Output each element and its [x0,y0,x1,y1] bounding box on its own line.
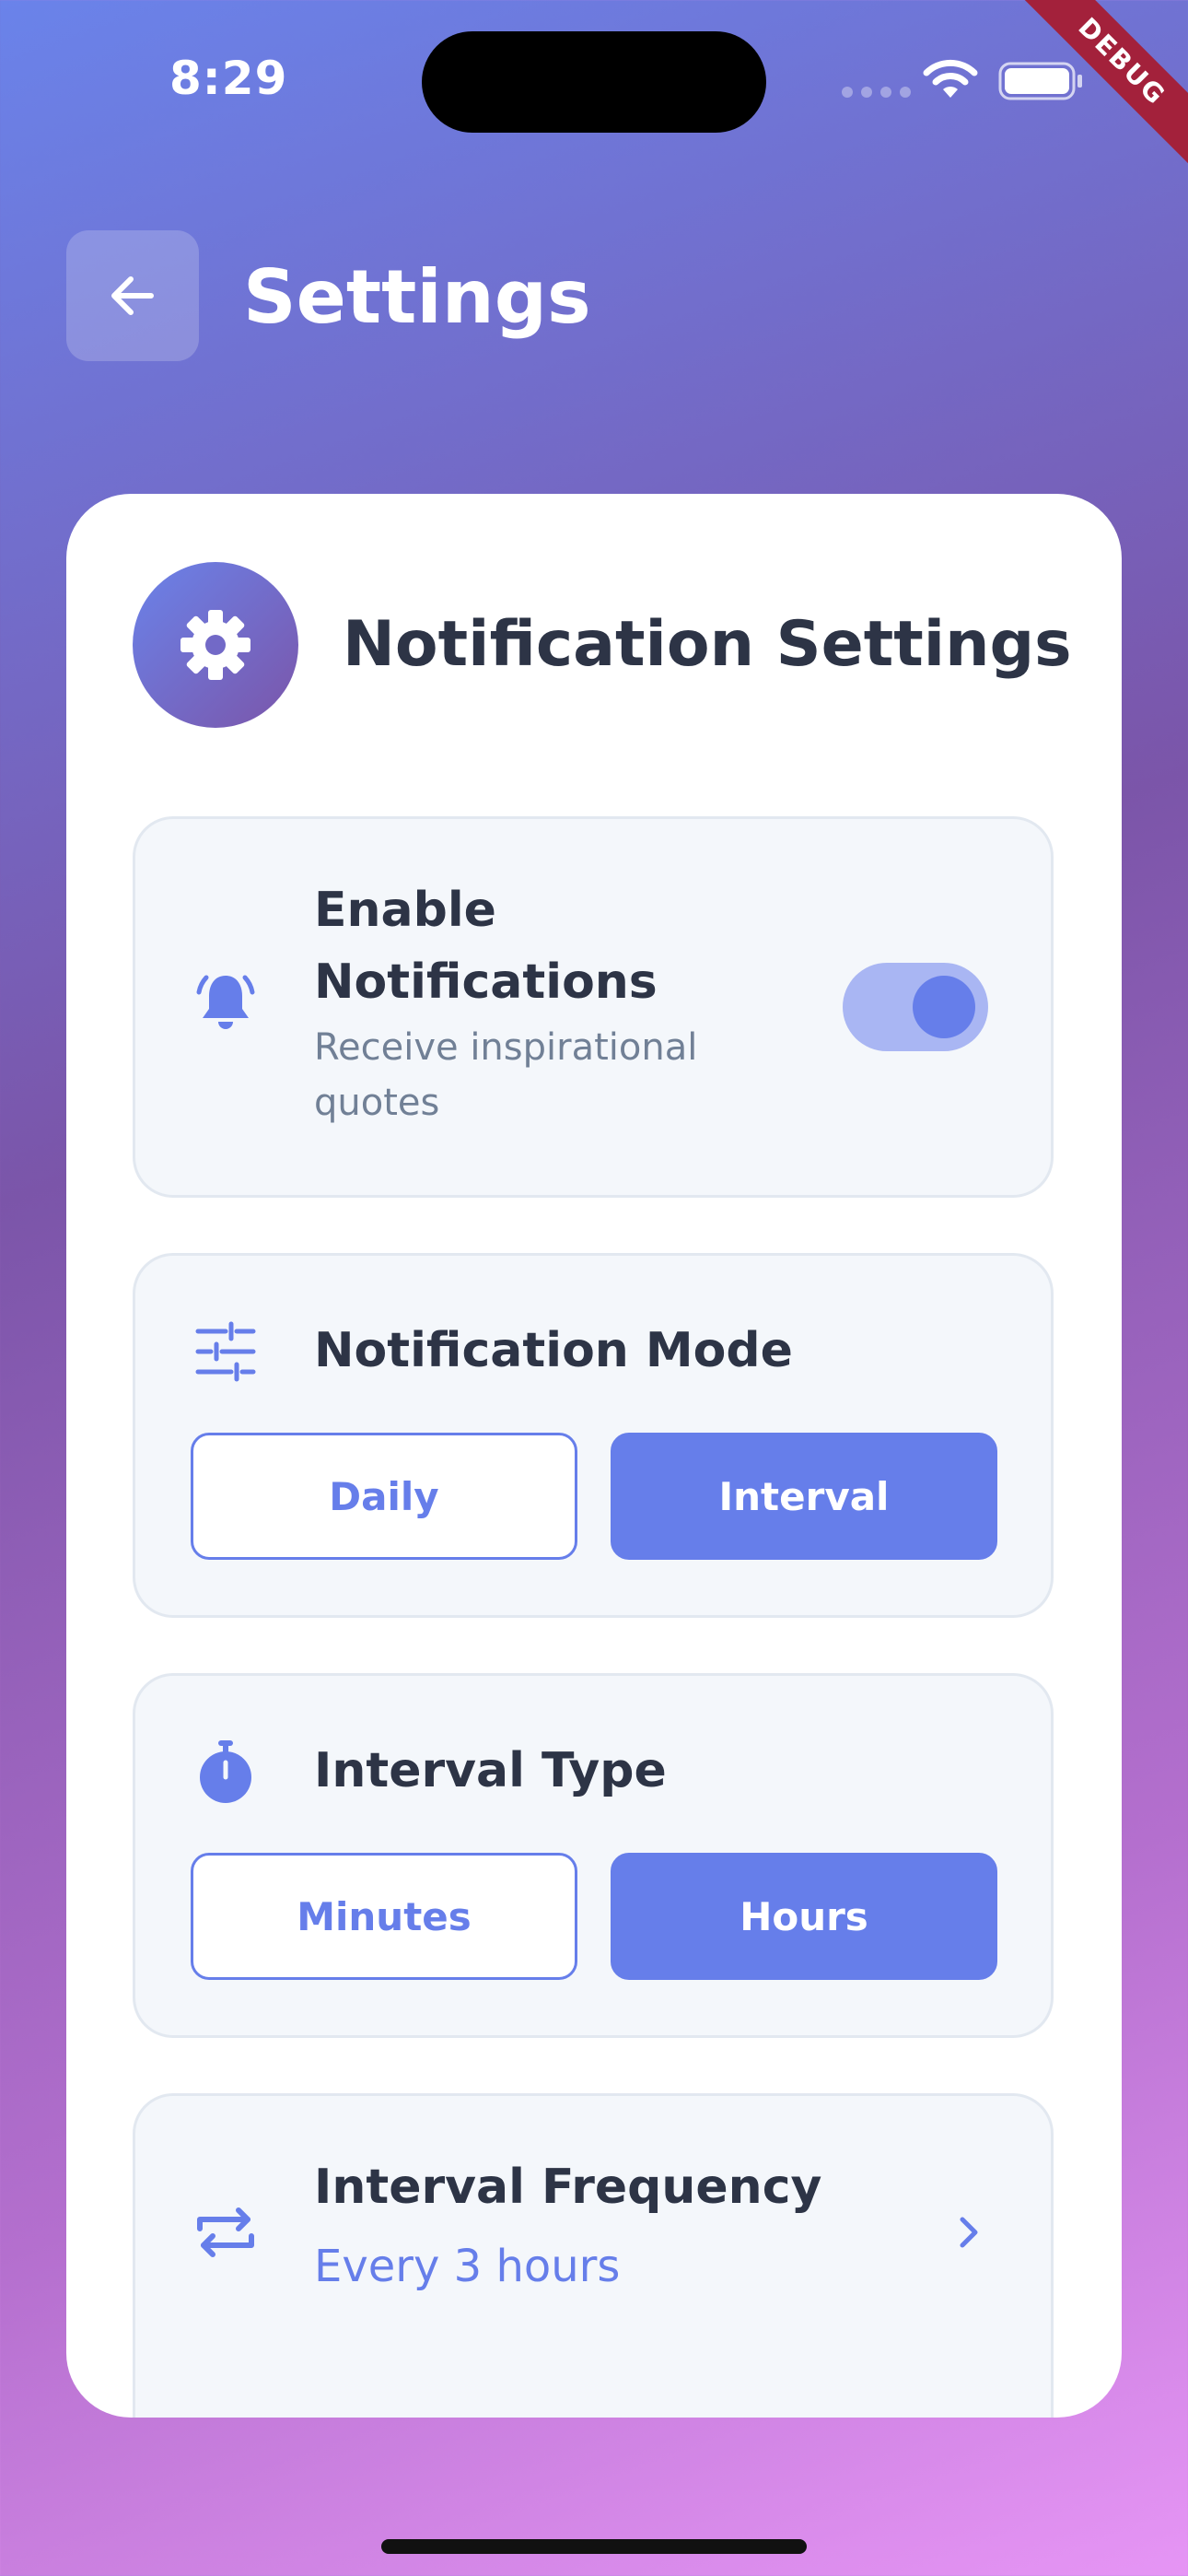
arrow-left-icon [111,276,154,315]
chevron-right-icon [960,2217,978,2248]
notification-settings-card: Notification Settings Enable Notificatio… [66,494,1122,2418]
notification-mode-section: Notification Mode Daily Interval [133,1253,1054,1618]
cellular-signal-icon [842,87,911,98]
back-button[interactable] [66,230,199,361]
notification-mode-title: Notification Mode [314,1323,793,1378]
page-title: Settings [243,254,591,340]
type-minutes-button[interactable]: Minutes [191,1853,577,1980]
battery-icon [998,62,1082,100]
enable-notifications-toggle[interactable] [843,963,988,1051]
type-hours-button[interactable]: Hours [611,1853,997,1980]
status-time: 8:29 [169,52,288,105]
bell-icon [196,975,255,1029]
home-indicator[interactable] [381,2539,807,2554]
sliders-icon [195,1321,256,1382]
mode-daily-button[interactable]: Daily [191,1433,577,1560]
interval-frequency-value: Every 3 hours [314,2241,621,2292]
gear-icon [181,610,250,680]
timer-icon [200,1740,251,1803]
wifi-icon [923,59,978,98]
status-bar: 8:29 DEBUG [0,0,1188,178]
card-header-avatar [133,562,298,728]
enable-notifications-title: Enable Notifications [314,883,658,1010]
enable-notifications-subtitle: Receive inspirational quotes [314,1026,698,1124]
card-title: Notification Settings [343,608,1072,681]
interval-frequency-row[interactable]: Interval Frequency Every 3 hours [133,2093,1054,2418]
mode-interval-button[interactable]: Interval [611,1433,997,1560]
dynamic-island [422,31,766,133]
interval-type-title: Interval Type [314,1743,667,1798]
interval-type-section: Interval Type Minutes Hours [133,1673,1054,2038]
toggle-knob [913,976,975,1038]
enable-notifications-row: Enable Notifications Receive inspiration… [133,816,1054,1198]
interval-frequency-title: Interval Frequency [314,2160,822,2215]
repeat-icon [197,2207,254,2257]
